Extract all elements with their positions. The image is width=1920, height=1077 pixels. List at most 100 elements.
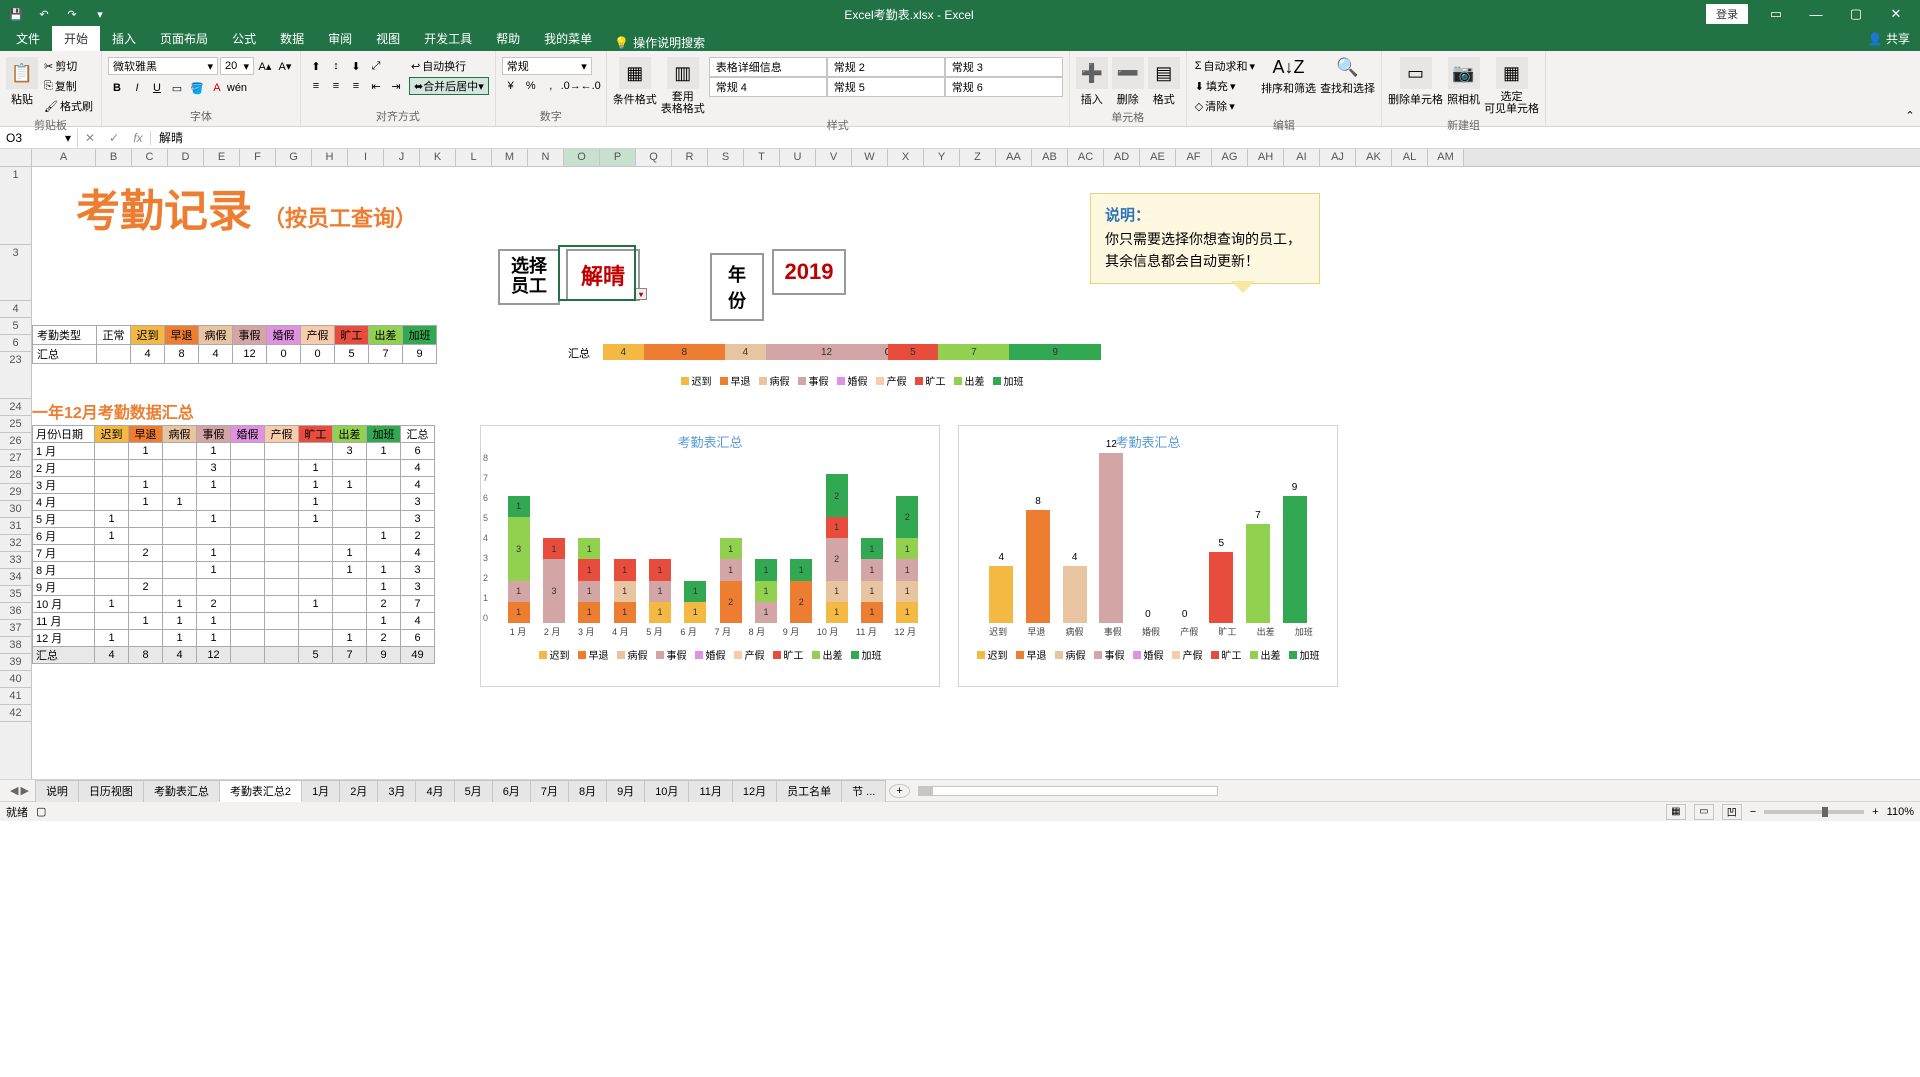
year-select[interactable]: 2019 [772, 249, 846, 295]
select-visible-icon[interactable]: ▦ [1496, 57, 1528, 89]
row-header-33[interactable]: 33 [0, 552, 31, 569]
row-header-26[interactable]: 26 [0, 433, 31, 450]
col-header-B[interactable]: B [96, 149, 132, 166]
horizontal-scrollbar[interactable] [918, 786, 1218, 796]
row-header-5[interactable]: 5 [0, 318, 31, 335]
col-header-Z[interactable]: Z [960, 149, 996, 166]
col-header-F[interactable]: F [240, 149, 276, 166]
wrap-button[interactable]: ↩ 自动换行 [409, 57, 489, 75]
row-header-4[interactable]: 4 [0, 301, 31, 318]
copy-button[interactable]: ⎘ 复制 [42, 77, 95, 95]
chart-stacked[interactable]: 考勤表汇总 012345678 113131111111111111211111… [480, 425, 940, 687]
increase-font-icon[interactable]: A▴ [256, 57, 274, 75]
grid-pane[interactable]: 考勤记录 （按员工查询） 选择 员工 解晴 ▾ 年份 2019 说明： 你只需要… [32, 167, 1920, 779]
col-header-P[interactable]: P [600, 149, 636, 166]
delete-cells-icon[interactable]: ➖ [1112, 57, 1144, 89]
save-icon[interactable]: 💾 [4, 4, 28, 24]
align-bot-icon[interactable]: ⬇ [347, 57, 365, 75]
col-header-D[interactable]: D [168, 149, 204, 166]
dropdown-icon[interactable]: ▾ [635, 288, 647, 300]
tab-pagelayout[interactable]: 页面布局 [148, 26, 220, 51]
sheet-tab[interactable]: 4月 [415, 780, 454, 802]
formula-input[interactable]: 解晴 [151, 127, 191, 148]
table-format-icon[interactable]: ▥ [667, 57, 699, 89]
col-header-O[interactable]: O [564, 149, 600, 166]
login-button[interactable]: 登录 [1706, 4, 1748, 24]
view-pagelayout-icon[interactable]: ▭ [1694, 804, 1714, 820]
row-header-39[interactable]: 39 [0, 654, 31, 671]
percent-icon[interactable]: % [522, 77, 540, 95]
new-sheet-icon[interactable]: + [889, 784, 909, 798]
sheet-tab[interactable]: 10月 [644, 780, 689, 802]
maximize-icon[interactable]: ▢ [1836, 0, 1876, 28]
align-top-icon[interactable]: ⬆ [307, 57, 325, 75]
underline-icon[interactable]: U [148, 79, 166, 97]
dec-decimal-icon[interactable]: ←.0 [582, 77, 600, 95]
cell-style-option[interactable]: 常规 5 [827, 77, 945, 97]
col-header-AJ[interactable]: AJ [1320, 149, 1356, 166]
col-header-E[interactable]: E [204, 149, 240, 166]
tab-developer[interactable]: 开发工具 [412, 26, 484, 51]
italic-icon[interactable]: I [128, 79, 146, 97]
phonetic-icon[interactable]: wén [228, 79, 246, 97]
view-pagebreak-icon[interactable]: 凹 [1722, 804, 1742, 820]
sheet-tab[interactable]: 3月 [377, 780, 416, 802]
col-header-AG[interactable]: AG [1212, 149, 1248, 166]
col-header-R[interactable]: R [672, 149, 708, 166]
minimize-icon[interactable]: — [1796, 0, 1836, 28]
col-header-W[interactable]: W [852, 149, 888, 166]
font-size-select[interactable]: 20▾ [220, 57, 254, 75]
zoom-out-icon[interactable]: − [1750, 806, 1756, 818]
row-header-30[interactable]: 30 [0, 501, 31, 518]
number-format-select[interactable]: 常规▾ [502, 57, 592, 75]
cell-style-option[interactable]: 常规 2 [827, 57, 945, 77]
row-header-36[interactable]: 36 [0, 603, 31, 620]
inc-decimal-icon[interactable]: .0→ [562, 77, 580, 95]
insert-cells-icon[interactable]: ➕ [1076, 57, 1108, 89]
col-header-H[interactable]: H [312, 149, 348, 166]
col-header-S[interactable]: S [708, 149, 744, 166]
delete-cell-icon[interactable]: ▭ [1400, 57, 1432, 89]
row-header-25[interactable]: 25 [0, 416, 31, 433]
col-header-AH[interactable]: AH [1248, 149, 1284, 166]
row-header-6[interactable]: 6 [0, 335, 31, 352]
border-icon[interactable]: ▭ [168, 79, 186, 97]
qat-customize-icon[interactable]: ▾ [88, 4, 112, 24]
row-header-31[interactable]: 31 [0, 518, 31, 535]
col-header-Q[interactable]: Q [636, 149, 672, 166]
align-left-icon[interactable]: ≡ [307, 77, 325, 95]
font-name-select[interactable]: 微软雅黑▾ [108, 57, 218, 75]
col-header-AE[interactable]: AE [1140, 149, 1176, 166]
macro-record-icon[interactable]: ▢ [36, 805, 46, 818]
view-normal-icon[interactable]: ▦ [1666, 804, 1686, 820]
col-header-M[interactable]: M [492, 149, 528, 166]
sheet-tab[interactable]: 考勤表汇总2 [219, 780, 302, 802]
sheet-tab[interactable]: 节 ... [841, 780, 886, 802]
select-all-button[interactable] [0, 149, 32, 166]
row-header-42[interactable]: 42 [0, 705, 31, 722]
tellme-search[interactable]: 💡 操作说明搜索 [614, 34, 705, 51]
zoom-in-icon[interactable]: + [1872, 806, 1878, 818]
zoom-value[interactable]: 110% [1887, 806, 1914, 818]
sheet-tab[interactable]: 2月 [339, 780, 378, 802]
cell-style-option[interactable]: 常规 3 [945, 57, 1063, 77]
cut-button[interactable]: ✂ 剪切 [42, 57, 95, 75]
tab-nav-next-icon[interactable]: ▶ [20, 784, 28, 797]
comma-icon[interactable]: , [542, 77, 560, 95]
sheet-tab[interactable]: 1月 [301, 780, 340, 802]
sheet-tab[interactable]: 日历视图 [78, 780, 144, 802]
tab-data[interactable]: 数据 [268, 26, 316, 51]
redo-icon[interactable]: ↷ [60, 4, 84, 24]
sheet-tab[interactable]: 9月 [606, 780, 645, 802]
row-header-32[interactable]: 32 [0, 535, 31, 552]
row-header-41[interactable]: 41 [0, 688, 31, 705]
col-header-AL[interactable]: AL [1392, 149, 1428, 166]
clear-button[interactable]: ◇ 清除 ▾ [1193, 97, 1257, 115]
bold-icon[interactable]: B [108, 79, 126, 97]
fill-color-icon[interactable]: 🪣 [188, 79, 206, 97]
col-header-G[interactable]: G [276, 149, 312, 166]
chart-totals[interactable]: 考勤表汇总 4841200579 迟到早退病假事假婚假产假旷工出差加班 迟到早退… [958, 425, 1338, 687]
share-button[interactable]: 👤 共享 [1858, 26, 1920, 51]
close-icon[interactable]: ✕ [1876, 0, 1916, 28]
orientation-icon[interactable]: ⤢ [367, 57, 385, 75]
